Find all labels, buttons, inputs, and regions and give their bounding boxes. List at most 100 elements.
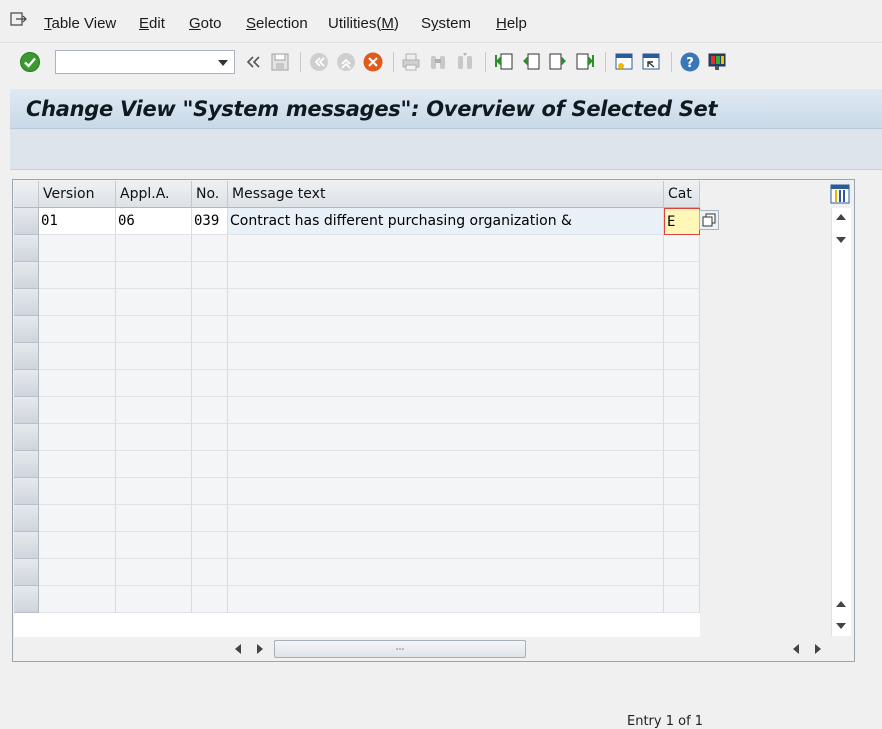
table-cell[interactable] <box>228 532 664 559</box>
print-icon[interactable] <box>400 51 422 73</box>
table-cell[interactable] <box>39 289 116 316</box>
cell-message-text[interactable]: Contract has different purchasing organi… <box>228 208 664 235</box>
shortcut-icon[interactable] <box>640 51 662 73</box>
table-cell[interactable] <box>116 370 192 397</box>
table-cell[interactable] <box>664 532 700 559</box>
table-cell[interactable] <box>116 505 192 532</box>
row-selector[interactable] <box>14 505 39 532</box>
back-icon[interactable] <box>308 51 330 73</box>
table-cell[interactable] <box>192 532 228 559</box>
table-cell[interactable] <box>228 478 664 505</box>
table-cell[interactable] <box>116 559 192 586</box>
create-session-icon[interactable] <box>613 51 635 73</box>
column-header-category[interactable]: Cat <box>664 181 700 208</box>
table-cell[interactable] <box>39 424 116 451</box>
table-cell[interactable] <box>192 424 228 451</box>
row-selector[interactable] <box>14 343 39 370</box>
table-cell[interactable] <box>664 289 700 316</box>
scroll-left-page-icon[interactable] <box>793 644 799 654</box>
table-cell[interactable] <box>192 235 228 262</box>
row-selector[interactable] <box>14 478 39 505</box>
table-cell[interactable] <box>664 559 700 586</box>
menu-edit[interactable]: Edit <box>139 15 165 32</box>
table-cell[interactable] <box>39 316 116 343</box>
table-cell[interactable] <box>192 316 228 343</box>
cell-version[interactable]: 01 <box>39 208 116 235</box>
command-field[interactable] <box>55 50 235 74</box>
table-cell[interactable] <box>228 343 664 370</box>
help-icon[interactable]: ? <box>679 51 701 73</box>
horizontal-scroll-thumb[interactable] <box>274 640 526 658</box>
row-selector[interactable] <box>14 370 39 397</box>
row-selector[interactable] <box>14 586 39 613</box>
table-cell[interactable] <box>39 397 116 424</box>
table-cell[interactable] <box>228 505 664 532</box>
table-cell[interactable] <box>228 316 664 343</box>
table-cell[interactable] <box>39 586 116 613</box>
save-icon[interactable] <box>269 51 291 73</box>
table-cell[interactable] <box>116 478 192 505</box>
first-page-icon[interactable] <box>493 51 515 73</box>
table-cell[interactable] <box>664 424 700 451</box>
row-selector[interactable] <box>14 451 39 478</box>
last-page-icon[interactable] <box>574 51 596 73</box>
table-cell[interactable] <box>116 424 192 451</box>
table-cell[interactable] <box>664 235 700 262</box>
row-selector[interactable] <box>14 289 39 316</box>
menu-goto[interactable]: Goto <box>189 15 222 32</box>
cell-number[interactable]: 039 <box>192 208 228 235</box>
table-cell[interactable] <box>228 262 664 289</box>
menu-table-view[interactable]: Table View <box>44 15 116 32</box>
find-icon[interactable] <box>427 51 449 73</box>
scroll-page-down-icon[interactable] <box>836 237 846 243</box>
table-cell[interactable] <box>664 586 700 613</box>
table-cell[interactable] <box>39 532 116 559</box>
table-cell[interactable] <box>192 370 228 397</box>
table-cell[interactable] <box>664 343 700 370</box>
value-help-icon[interactable] <box>699 210 719 230</box>
exit-icon[interactable] <box>335 51 357 73</box>
table-cell[interactable] <box>664 316 700 343</box>
table-cell[interactable] <box>116 532 192 559</box>
table-cell[interactable] <box>228 451 664 478</box>
menu-help[interactable]: Help <box>496 15 527 32</box>
table-cell[interactable] <box>39 451 116 478</box>
scroll-end-icon[interactable] <box>815 644 821 654</box>
table-cell[interactable] <box>192 478 228 505</box>
scroll-page-up-icon[interactable] <box>836 601 846 607</box>
row-selector[interactable] <box>14 397 39 424</box>
table-settings-icon[interactable] <box>830 184 850 204</box>
table-cell[interactable] <box>192 451 228 478</box>
column-header-number[interactable]: No. <box>192 181 228 208</box>
table-cell[interactable] <box>39 262 116 289</box>
enter-icon[interactable] <box>19 51 41 73</box>
menu-selection[interactable]: Selection <box>246 15 308 32</box>
scroll-up-icon[interactable] <box>836 214 846 220</box>
scroll-right-page-icon[interactable] <box>257 644 263 654</box>
table-cell[interactable] <box>228 424 664 451</box>
table-cell[interactable] <box>116 451 192 478</box>
vertical-scrollbar[interactable] <box>831 208 851 636</box>
table-cell[interactable] <box>192 289 228 316</box>
table-cell[interactable] <box>192 262 228 289</box>
menu-system[interactable]: System <box>421 15 471 32</box>
scroll-down-icon[interactable] <box>836 623 846 629</box>
table-cell[interactable] <box>116 343 192 370</box>
table-cell[interactable] <box>116 262 192 289</box>
next-page-icon[interactable] <box>547 51 569 73</box>
table-cell[interactable] <box>664 478 700 505</box>
scroll-left-icon[interactable] <box>235 644 241 654</box>
row-selector[interactable] <box>14 424 39 451</box>
table-cell[interactable] <box>116 316 192 343</box>
column-header-version[interactable]: Version <box>39 181 116 208</box>
column-header-appl-area[interactable]: Appl.A. <box>116 181 192 208</box>
menu-utilities[interactable]: Utilities(M) <box>328 15 399 32</box>
table-cell[interactable] <box>664 505 700 532</box>
table-cell[interactable] <box>39 559 116 586</box>
row-selector[interactable] <box>14 208 39 235</box>
table-cell[interactable] <box>116 235 192 262</box>
cancel-icon[interactable] <box>362 51 384 73</box>
chevron-down-icon[interactable] <box>218 60 228 66</box>
table-cell[interactable] <box>664 262 700 289</box>
table-cell[interactable] <box>39 343 116 370</box>
